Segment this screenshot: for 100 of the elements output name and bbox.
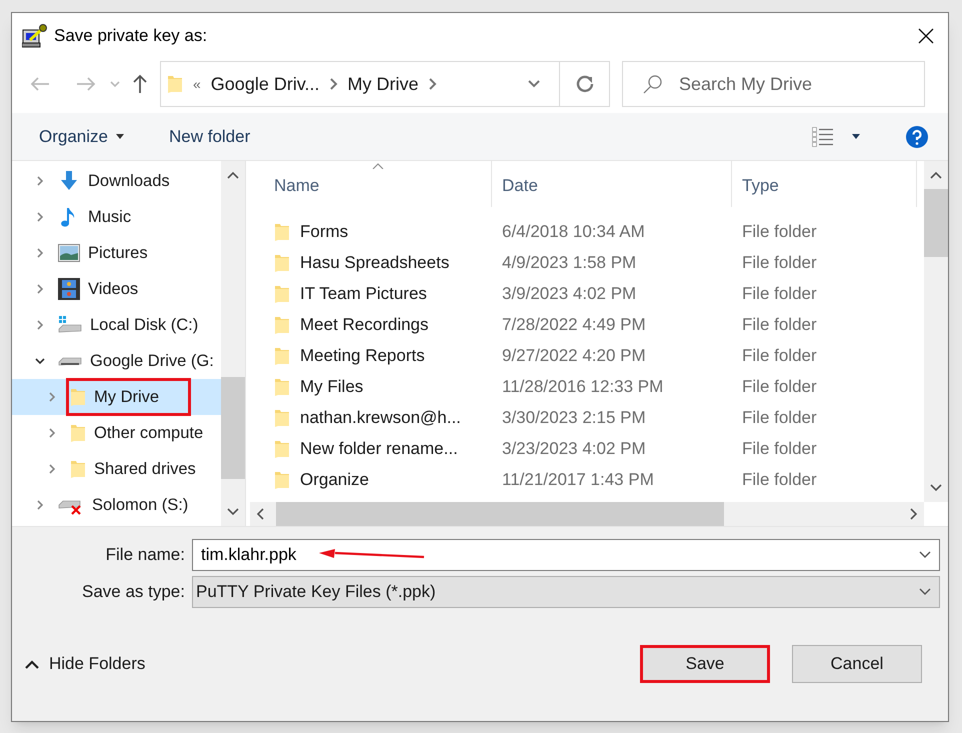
overflow-marker[interactable]: « (193, 74, 201, 94)
nav-tree-item[interactable]: My Drive (12, 379, 221, 415)
file-name-cell-text: Organize (300, 468, 369, 491)
file-row[interactable]: IT Team Pictures 3/9/2023 4:02 PM File folder (250, 278, 924, 309)
file-name-cell-text: Hasu Spreadsheets (300, 252, 450, 274)
breadcrumb[interactable]: Google Driv... (210, 70, 320, 98)
scrollbar-thumb[interactable] (924, 189, 948, 257)
column-header[interactable]: Date (492, 161, 732, 207)
search-input[interactable]: Search My Drive (679, 70, 899, 98)
type-cell-text: File folder (741, 406, 817, 429)
scroll-left-icon[interactable] (256, 508, 264, 520)
history-caret-icon[interactable] (110, 80, 120, 88)
tree-scrollbar[interactable] (221, 161, 245, 526)
landscape-icon (58, 244, 80, 262)
date-cell-text: 7/28/2022 4:49 PM (501, 314, 647, 336)
download-icon (58, 170, 80, 192)
dropdown-caret-icon[interactable] (527, 79, 541, 89)
nav-tree-label: Music (88, 206, 132, 228)
date-cell-text: 9/27/2022 4:20 PM (501, 344, 647, 367)
collapse-caret-icon (25, 660, 39, 668)
hide-folders-button[interactable]: Hide Folders (25, 651, 146, 677)
folder-icon (274, 470, 290, 490)
file-name-input[interactable]: tim.klahr.ppk (201, 542, 311, 568)
breadcrumb-chevron-icon[interactable] (330, 78, 338, 90)
folder-icon (274, 376, 290, 396)
scroll-down-icon[interactable] (227, 508, 239, 516)
nav-tree-item[interactable]: Google Drive (G: (12, 343, 221, 379)
scrollbar-thumb[interactable] (221, 377, 245, 479)
date-cell-text: 3/30/2023 2:15 PM (501, 406, 647, 429)
file-name-cell-text: nathan.krewson@h... (300, 406, 461, 429)
folder-icon (167, 74, 183, 94)
file-row[interactable]: Meeting Reports 9/27/2022 4:20 PM File folder (250, 340, 924, 371)
save-type-label: Save as type: (80, 581, 186, 604)
view-details-icon[interactable] (812, 126, 834, 146)
file-row[interactable]: nathan.krewson@h... 3/30/2023 2:15 PM File folder (250, 402, 924, 433)
file-row[interactable]: Meet Recordings 7/28/2022 4:49 PM File folder (250, 309, 924, 340)
search-field[interactable]: Search My Drive (622, 61, 925, 107)
scrollbar-thumb[interactable] (276, 502, 724, 526)
list-horizontal-scrollbar[interactable] (250, 502, 924, 526)
folder-icon (274, 222, 290, 242)
file-row[interactable]: New folder rename... 3/23/2023 4:02 PM File folder (250, 433, 924, 464)
date-cell-text: 4/9/2023 1:58 PM (501, 252, 638, 274)
nav-tree-item[interactable]: Solomon (S:) (12, 487, 221, 523)
file-name-cell-text: Forms (300, 220, 348, 243)
type-cell-text: File folder (741, 376, 817, 398)
file-name-field[interactable]: tim.klahr.ppk (192, 539, 940, 571)
scroll-down-icon[interactable] (930, 484, 942, 492)
file-name-cell-text: Meet Recordings (300, 314, 429, 336)
nav-tree-item[interactable]: Shared drives (12, 451, 221, 487)
date-cell-text: 11/21/2017 1:43 PM (501, 468, 655, 491)
date-cell-text: 3/23/2023 4:02 PM (501, 438, 647, 460)
nav-tree-label: My Drive (94, 386, 160, 408)
help-icon[interactable] (906, 126, 928, 148)
address-bar[interactable]: « Google Driv... My Drive (160, 61, 610, 107)
search-icon (643, 74, 663, 94)
scroll-up-icon[interactable] (227, 171, 239, 179)
nav-tree-label: Pictures (88, 242, 148, 264)
type-cell-text: File folder (741, 344, 817, 367)
save-button[interactable]: Save (640, 645, 770, 683)
file-name-cell-text: IT Team Pictures (300, 282, 427, 305)
nav-tree-item[interactable]: Videos (12, 271, 221, 307)
dropdown-caret-icon[interactable] (919, 551, 931, 559)
organize-menu-button[interactable]: Organize (39, 124, 124, 150)
file-row[interactable]: My Files 11/28/2016 12:33 PM File folder (250, 371, 924, 402)
column-header[interactable]: Name (250, 161, 492, 207)
file-name-cell-text: New folder rename... (300, 438, 458, 460)
back-arrow-icon[interactable] (30, 76, 50, 92)
column-header[interactable]: Type (732, 161, 917, 207)
folder-icon (70, 387, 86, 407)
date-cell-text: 11/28/2016 12:33 PM (501, 376, 664, 398)
list-vertical-scrollbar[interactable] (924, 161, 948, 502)
close-icon[interactable] (918, 28, 934, 44)
cancel-button[interactable]: Cancel (792, 645, 922, 683)
folder-icon (274, 408, 290, 428)
file-row[interactable]: Organize 11/21/2017 1:43 PM File folder (250, 464, 924, 495)
nav-tree-item[interactable]: Local Disk (C:) (12, 307, 221, 343)
scroll-right-icon[interactable] (910, 508, 918, 520)
breadcrumb-chevron-icon[interactable] (428, 78, 436, 90)
save-type-dropdown[interactable]: PuTTY Private Key Files (*.ppk) (192, 576, 940, 608)
breadcrumb[interactable]: My Drive (348, 70, 418, 98)
nav-tree-item[interactable]: Downloads (12, 163, 221, 199)
scroll-up-icon[interactable] (930, 171, 942, 179)
type-cell-text: File folder (741, 468, 817, 491)
forward-arrow-icon[interactable] (76, 76, 96, 92)
view-caret-icon[interactable] (852, 134, 860, 139)
nav-tree-item[interactable]: Other compute (12, 415, 221, 451)
nav-tree-label: Downloads (88, 170, 170, 192)
file-row[interactable]: Hasu Spreadsheets 4/9/2023 1:58 PM File folder (250, 247, 924, 278)
nav-tree-item[interactable]: Pictures (12, 235, 221, 271)
folder-icon (274, 314, 290, 334)
film-icon (58, 278, 80, 300)
new-folder-button[interactable]: New folder (168, 124, 250, 150)
file-name-cell-text: Meeting Reports (300, 344, 425, 367)
folder-icon (70, 423, 86, 443)
nav-tree-label: Other compute (94, 422, 204, 444)
type-cell-text: File folder (741, 282, 817, 305)
file-row[interactable]: Forms 6/4/2018 10:34 AM File folder (250, 216, 924, 247)
key-computer-icon (22, 24, 48, 48)
up-arrow-icon[interactable] (132, 74, 148, 94)
nav-tree-item[interactable]: Music (12, 199, 221, 235)
